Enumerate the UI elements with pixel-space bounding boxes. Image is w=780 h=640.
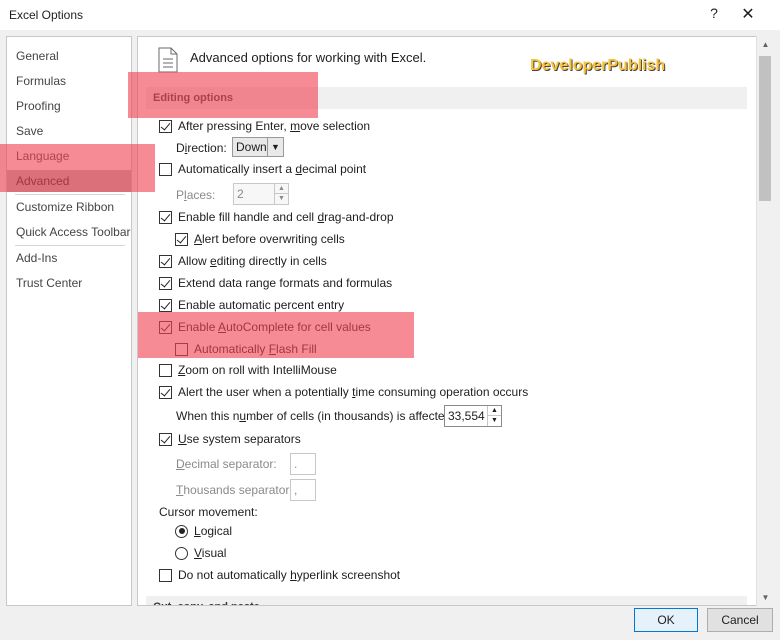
checkbox[interactable]	[159, 320, 172, 334]
title-bar: Excel Options ? ✕	[0, 0, 780, 30]
nav-item-customize-ribbon[interactable]: Customize Ribbon	[7, 196, 131, 218]
option-auto-decimal[interactable]: Automatically insert a decimal point	[159, 161, 366, 177]
option-system-separators[interactable]: Use system separators	[159, 431, 301, 447]
radio-button[interactable]	[175, 546, 188, 560]
page-heading: Advanced options for working with Excel.	[190, 50, 427, 65]
option-auto-percent[interactable]: Enable automatic percent entry	[159, 297, 344, 313]
section-cut-copy-paste: Cut, copy, and paste	[146, 596, 747, 605]
option-visual[interactable]: Visual	[175, 545, 226, 561]
checkbox[interactable]	[175, 232, 188, 246]
direction-label: Direction:	[176, 141, 227, 155]
spinner-down-icon[interactable]: ▼	[488, 416, 501, 426]
spinner-down-icon[interactable]: ▼	[275, 194, 288, 204]
dialog-body: General Formulas Proofing Save Language …	[0, 30, 780, 640]
checkbox[interactable]	[159, 276, 172, 290]
cells-affected-label: When this number of cells (in thousands)…	[176, 409, 455, 423]
options-nav: General Formulas Proofing Save Language …	[6, 36, 132, 606]
radio-button[interactable]	[175, 524, 188, 538]
cancel-button[interactable]: Cancel	[707, 608, 773, 632]
option-after-enter[interactable]: After pressing Enter, move selection	[159, 118, 370, 134]
nav-item-general[interactable]: General	[7, 45, 131, 67]
checkbox[interactable]	[159, 162, 172, 176]
checkbox[interactable]	[159, 210, 172, 224]
checkbox[interactable]	[159, 254, 172, 268]
places-label: Places:	[176, 188, 216, 202]
option-alert-overwrite[interactable]: Alert before overwriting cells	[175, 231, 345, 247]
nav-divider	[15, 194, 125, 195]
option-fill-handle[interactable]: Enable fill handle and cell drag-and-dro…	[159, 209, 394, 225]
nav-item-advanced[interactable]: Advanced	[7, 170, 131, 192]
scrollbar-thumb[interactable]	[759, 56, 771, 201]
options-content: Advanced options for working with Excel.…	[137, 36, 773, 606]
spinner-up-icon[interactable]: ▲	[488, 406, 501, 416]
option-autocomplete[interactable]: Enable AutoComplete for cell values	[159, 319, 371, 335]
decimal-separator-field[interactable]: .	[290, 453, 316, 475]
ok-button[interactable]: OK	[634, 608, 698, 632]
nav-item-language[interactable]: Language	[7, 145, 131, 167]
decimal-separator-label: Decimal separator:	[176, 457, 277, 471]
section-editing-options: Editing options	[146, 87, 747, 109]
nav-item-quick-access-toolbar[interactable]: Quick Access Toolbar	[7, 221, 131, 243]
nav-item-trust-center[interactable]: Trust Center	[7, 272, 131, 294]
option-zoom-roll[interactable]: Zoom on roll with IntelliMouse	[159, 362, 337, 378]
scroll-up-icon[interactable]: ▲	[757, 36, 774, 53]
checkbox[interactable]	[159, 119, 172, 133]
option-logical[interactable]: Logical	[175, 523, 232, 539]
cursor-movement-label: Cursor movement:	[159, 505, 258, 519]
nav-item-proofing[interactable]: Proofing	[7, 95, 131, 117]
window-title: Excel Options	[9, 8, 84, 22]
direction-select[interactable]: Down ▼	[232, 137, 284, 157]
help-button[interactable]: ?	[704, 5, 724, 21]
places-spinner[interactable]: 2 ▲ ▼	[233, 183, 289, 205]
nav-item-add-ins[interactable]: Add-Ins	[7, 247, 131, 269]
checkbox[interactable]	[159, 363, 172, 377]
spinner-up-icon[interactable]: ▲	[275, 184, 288, 194]
option-no-hyperlink[interactable]: Do not automatically hyperlink screensho…	[159, 567, 400, 583]
nav-item-formulas[interactable]: Formulas	[7, 70, 131, 92]
checkbox[interactable]	[159, 385, 172, 399]
checkbox[interactable]	[159, 568, 172, 582]
nav-item-save[interactable]: Save	[7, 120, 131, 142]
option-flash-fill[interactable]: Automatically Flash Fill	[175, 341, 317, 357]
option-allow-editing[interactable]: Allow editing directly in cells	[159, 253, 327, 269]
nav-divider	[15, 245, 125, 246]
thousands-separator-label: Thousands separator:	[176, 483, 293, 497]
checkbox[interactable]	[159, 432, 172, 446]
checkbox[interactable]	[159, 298, 172, 312]
chevron-down-icon: ▼	[267, 138, 283, 156]
thousands-separator-field[interactable]: ,	[290, 479, 316, 501]
watermark: DeveloperPublish	[530, 57, 666, 74]
option-extend-range[interactable]: Extend data range formats and formulas	[159, 275, 392, 291]
scroll-down-icon[interactable]: ▼	[757, 589, 774, 606]
close-button[interactable]: ✕	[738, 4, 758, 24]
checkbox[interactable]	[175, 342, 188, 356]
option-alert-time[interactable]: Alert the user when a potentially time c…	[159, 384, 528, 400]
document-options-icon	[158, 47, 178, 73]
cells-affected-spinner[interactable]: 33,554 ▲ ▼	[444, 405, 502, 427]
vertical-scrollbar[interactable]: ▲ ▼	[756, 36, 773, 606]
